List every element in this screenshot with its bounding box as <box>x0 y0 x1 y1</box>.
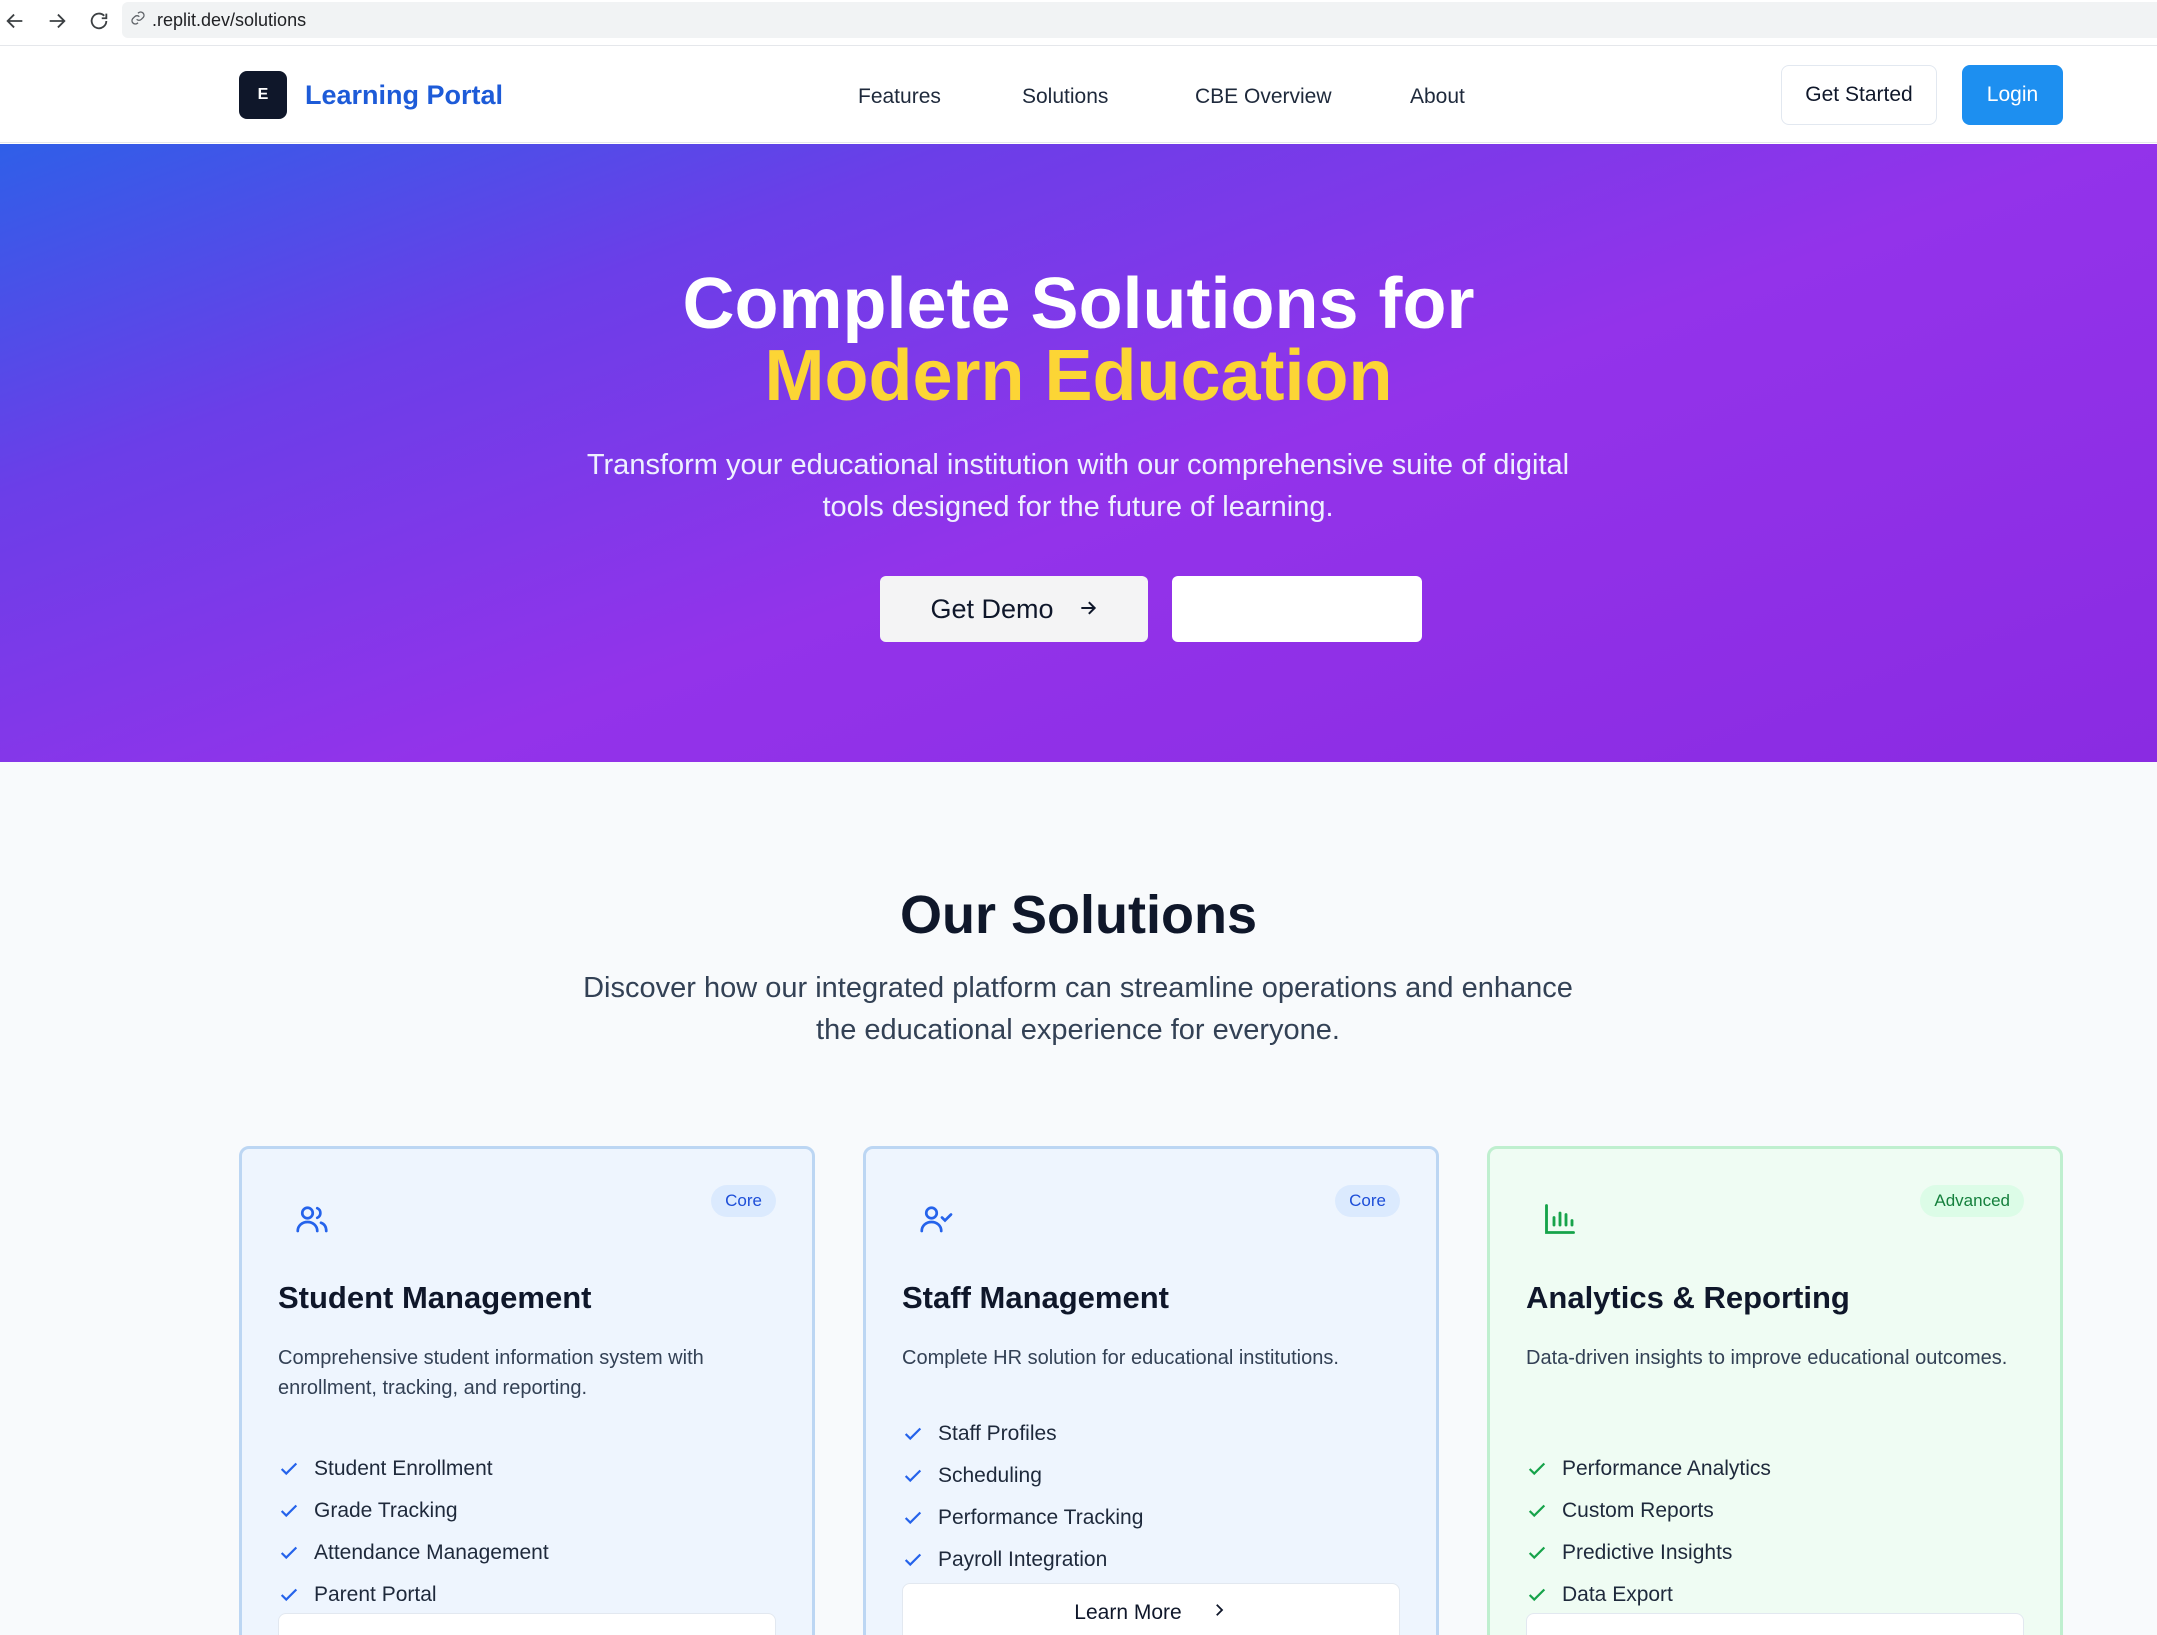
list-item: Student Enrollment <box>278 1448 549 1490</box>
hero-subtitle: Transform your educational institution w… <box>586 449 1570 523</box>
check-icon <box>280 1504 298 1518</box>
hero-section: Complete Solutions for Modern Education … <box>0 144 2157 762</box>
learn-more-label: Learn More <box>1074 1601 1182 1624</box>
card-description: Comprehensive student information system… <box>278 1347 704 1399</box>
feature-label: Attendance Management <box>314 1541 549 1564</box>
section-subtitle: Discover how our integrated platform can… <box>583 972 1573 1046</box>
feature-label: Student Enrollment <box>314 1457 493 1480</box>
feature-label: Grade Tracking <box>314 1499 458 1522</box>
secondary-hero-button[interactable] <box>1172 576 1422 642</box>
nav-link-features[interactable]: Features <box>858 85 941 109</box>
url-text: .replit.dev/solutions <box>152 9 307 30</box>
learn-more-button[interactable] <box>1526 1613 2024 1635</box>
address-bar[interactable]: .replit.dev/solutions <box>122 2 2157 38</box>
check-icon <box>280 1546 298 1560</box>
brand-name[interactable]: Learning Portal <box>305 80 503 111</box>
feature-list: Performance Analytics Custom Reports Pre… <box>1526 1448 1771 1616</box>
feature-label: Staff Profiles <box>938 1422 1057 1445</box>
check-icon <box>1528 1546 1546 1560</box>
list-item: Grade Tracking <box>278 1490 549 1532</box>
list-item: Custom Reports <box>1526 1490 1771 1532</box>
check-icon <box>280 1462 298 1476</box>
feature-label: Predictive Insights <box>1562 1541 1733 1564</box>
list-item: Data Export <box>1526 1574 1771 1616</box>
solution-card-student-management: Core Student Management Comprehensive st… <box>239 1146 815 1635</box>
get-demo-label: Get Demo <box>930 593 1054 624</box>
feature-label: Scheduling <box>938 1464 1042 1487</box>
check-icon <box>280 1588 298 1602</box>
feature-label: Parent Portal <box>314 1583 437 1606</box>
list-item: Parent Portal <box>278 1574 549 1616</box>
check-icon <box>904 1469 922 1483</box>
hero-title: Complete Solutions for <box>682 264 1475 344</box>
feature-list: Staff Profiles Scheduling Performance Tr… <box>902 1413 1143 1581</box>
list-item: Attendance Management <box>278 1532 549 1574</box>
arrow-right-icon <box>1078 594 1098 625</box>
solution-card-staff-management: Core Staff Management Complete HR soluti… <box>863 1146 1439 1635</box>
status-badge: Core <box>711 1185 776 1217</box>
browser-toolbar: .replit.dev/solutions <box>0 0 2157 46</box>
feature-label: Custom Reports <box>1562 1499 1714 1522</box>
feature-label: Performance Analytics <box>1562 1457 1771 1480</box>
list-item: Staff Profiles <box>902 1413 1143 1455</box>
card-title: Analytics & Reporting <box>1526 1280 1850 1315</box>
get-demo-button[interactable]: Get Demo <box>880 576 1148 642</box>
status-badge: Core <box>1335 1185 1400 1217</box>
chevron-right-icon <box>1210 1601 1228 1625</box>
check-icon <box>904 1553 922 1567</box>
back-icon[interactable] <box>0 6 30 36</box>
nav-link-cbe-overview[interactable]: CBE Overview <box>1195 85 1332 109</box>
solution-card-analytics-reporting: Advanced Analytics & Reporting Data-driv… <box>1487 1146 2063 1635</box>
solutions-section: Our Solutions Discover how our integrate… <box>0 762 2157 1635</box>
user-check-icon <box>918 1201 954 1237</box>
link-icon <box>130 10 146 31</box>
hero-title-highlight: Modern Education <box>764 336 1393 416</box>
logo-mark[interactable]: E <box>239 71 287 119</box>
bar-chart-icon <box>1542 1201 1578 1237</box>
list-item: Performance Tracking <box>902 1497 1143 1539</box>
check-icon <box>904 1511 922 1525</box>
site-navbar: E Learning Portal Features Solutions CBE… <box>0 47 2157 143</box>
card-title: Staff Management <box>902 1280 1169 1315</box>
check-icon <box>1528 1588 1546 1602</box>
feature-label: Payroll Integration <box>938 1548 1108 1571</box>
reload-icon[interactable] <box>84 6 114 36</box>
nav-link-solutions[interactable]: Solutions <box>1022 85 1108 109</box>
list-item: Performance Analytics <box>1526 1448 1771 1490</box>
feature-list: Student Enrollment Grade Tracking Attend… <box>278 1448 549 1616</box>
users-icon <box>294 1201 330 1237</box>
list-item: Scheduling <box>902 1455 1143 1497</box>
feature-label: Performance Tracking <box>938 1506 1144 1529</box>
login-button[interactable]: Login <box>1962 65 2063 125</box>
card-description: Complete HR solution for educational ins… <box>902 1347 1339 1369</box>
learn-more-button[interactable] <box>278 1613 776 1635</box>
card-title: Student Management <box>278 1280 592 1315</box>
learn-more-button[interactable]: Learn More <box>902 1583 1400 1635</box>
list-item: Predictive Insights <box>1526 1532 1771 1574</box>
forward-icon[interactable] <box>42 6 72 36</box>
check-icon <box>1528 1504 1546 1518</box>
feature-label: Data Export <box>1562 1583 1673 1606</box>
card-description: Data-driven insights to improve educatio… <box>1526 1347 2008 1369</box>
section-title: Our Solutions <box>900 885 1257 945</box>
list-item: Payroll Integration <box>902 1539 1143 1581</box>
status-badge: Advanced <box>1920 1185 2024 1217</box>
check-icon <box>1528 1462 1546 1476</box>
check-icon <box>904 1427 922 1441</box>
get-started-button[interactable]: Get Started <box>1781 65 1937 125</box>
nav-link-about[interactable]: About <box>1410 85 1465 109</box>
